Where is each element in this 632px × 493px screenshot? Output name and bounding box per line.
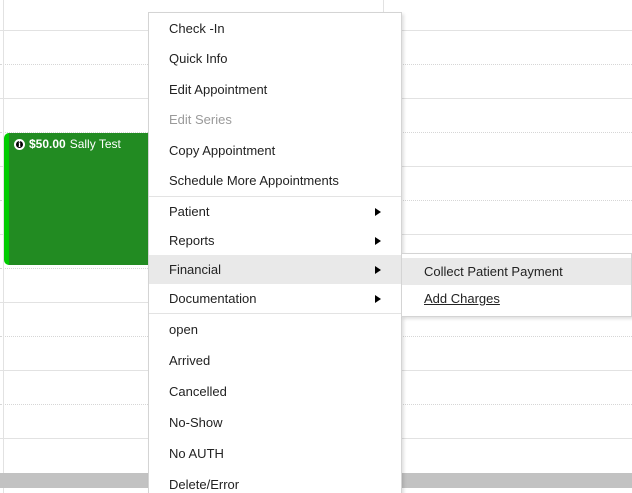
financial-submenu: Collect Patient Payment Add Charges [401, 253, 632, 317]
menu-item-label: Arrived [169, 353, 211, 368]
submenu-arrow-icon [375, 265, 381, 274]
scheduler-screen: i $50.00 Sally Test Check -In Quick Info E… [0, 0, 632, 493]
menu-item-label: Reports [169, 233, 215, 248]
menu-item-arrived[interactable]: Arrived [149, 345, 401, 376]
menu-item-label: Schedule More Appointments [169, 173, 339, 189]
menu-item-label: Edit Series [169, 112, 232, 128]
info-icon[interactable]: i [14, 138, 25, 150]
menu-item-patient[interactable]: Patient [149, 197, 401, 226]
submenu-arrow-icon [375, 294, 381, 303]
menu-item-label: Check -In [169, 20, 225, 36]
menu-item-financial[interactable]: Financial [149, 255, 401, 284]
menu-item-label: Quick Info [169, 51, 228, 67]
appointment-label: i $50.00 Sally Test [14, 137, 121, 151]
menu-item-edit-series: Edit Series [149, 105, 401, 136]
menu-item-label: No-Show [169, 415, 223, 430]
menu-item-label: Delete/Error [169, 477, 240, 492]
menu-item-label: Documentation [169, 291, 257, 306]
menu-item-copy-appointment[interactable]: Copy Appointment [149, 135, 401, 166]
menu-item-no-auth[interactable]: No AUTH [149, 438, 401, 469]
submenu-arrow-icon [375, 236, 381, 245]
menu-item-label: Financial [169, 262, 222, 277]
appointment-amount: $50.00 [29, 137, 66, 151]
context-menu: Check -In Quick Info Edit Appointment Edit … [148, 12, 402, 493]
menu-item-label: Patient [169, 204, 210, 219]
menu-item-label: open [169, 322, 198, 337]
menu-item-schedule-more-appointments[interactable]: Schedule More Appointments [149, 166, 401, 197]
menu-item-label: Copy Appointment [169, 142, 276, 158]
menu-item-reports[interactable]: Reports [149, 226, 401, 255]
menu-item-label: No AUTH [169, 446, 224, 461]
submenu-item-collect-patient-payment[interactable]: Collect Patient Payment [402, 258, 631, 285]
submenu-item-add-charges[interactable]: Add Charges [402, 285, 631, 312]
appointment-patient-name: Sally Test [69, 137, 121, 151]
menu-item-label: Edit Appointment [169, 81, 268, 97]
menu-item-cancelled[interactable]: Cancelled [149, 376, 401, 407]
menu-item-quick-info[interactable]: Quick Info [149, 44, 401, 75]
menu-item-check-in[interactable]: Check -In [149, 13, 401, 44]
menu-item-delete-error[interactable]: Delete/Error [149, 469, 401, 493]
menu-item-open[interactable]: open [149, 314, 401, 345]
menu-item-documentation[interactable]: Documentation [149, 284, 401, 313]
menu-item-no-show[interactable]: No-Show [149, 407, 401, 438]
menu-item-label: Cancelled [169, 384, 227, 399]
menu-item-edit-appointment[interactable]: Edit Appointment [149, 74, 401, 105]
submenu-arrow-icon [375, 207, 381, 216]
